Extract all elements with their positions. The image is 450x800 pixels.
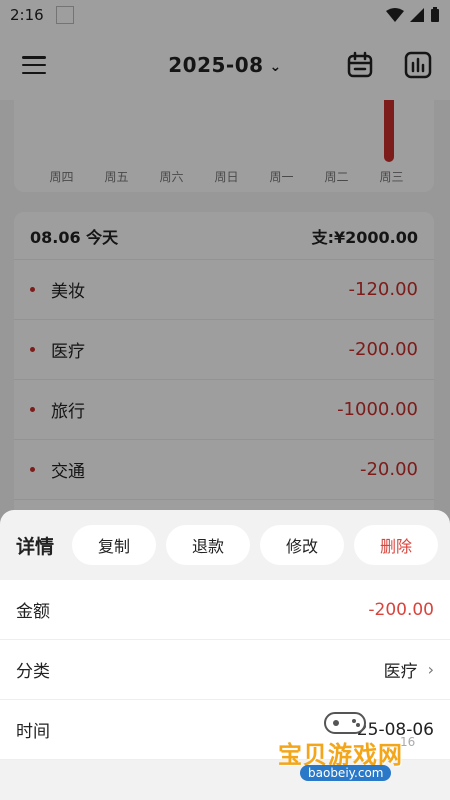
amount-value: -200.00: [368, 599, 434, 620]
sheet-title: 详情: [16, 535, 55, 558]
sheet-header: 详情 复制 退款 修改 删除: [0, 510, 450, 580]
refund-button[interactable]: 退款: [166, 525, 251, 565]
delete-button[interactable]: 删除: [354, 525, 439, 565]
category-label: 分类: [16, 662, 50, 682]
copy-button[interactable]: 复制: [72, 525, 157, 565]
edit-button[interactable]: 修改: [260, 525, 345, 565]
category-value: 医疗: [383, 662, 418, 682]
watermark-logo: 16 宝贝游戏网 baobeiy.com: [270, 705, 440, 795]
amount-row: 金额 -200.00: [0, 580, 450, 640]
time-label: 时间: [16, 722, 50, 742]
chevron-right-icon: ›: [427, 660, 434, 679]
category-row[interactable]: 分类 医疗 ›: [0, 640, 450, 700]
watermark-url: baobeiy.com: [300, 765, 392, 781]
amount-label: 金额: [16, 602, 50, 622]
gamepad-icon: [324, 712, 366, 734]
